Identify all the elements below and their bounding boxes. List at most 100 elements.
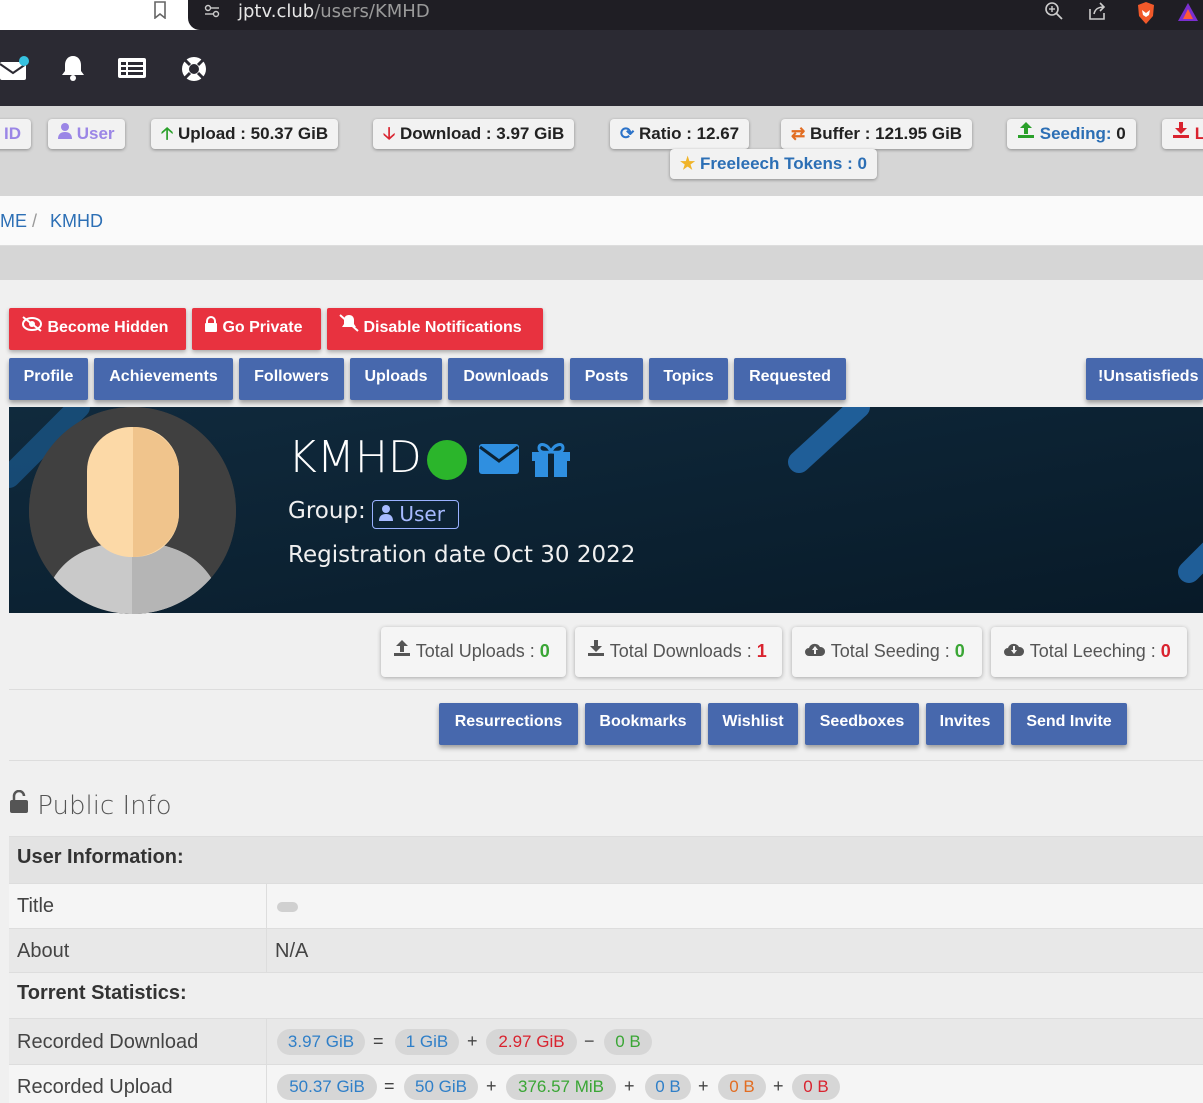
become-hidden-button[interactable]: Become Hidden (9, 308, 186, 350)
upload-bonus-chip: 376.57 MiB (506, 1074, 616, 1100)
go-private-label: Go Private (222, 319, 303, 336)
user-icon (58, 123, 72, 143)
about-row: About N/A (9, 928, 1203, 972)
user-information-header: User Information: (9, 836, 1203, 883)
share-icon[interactable] (1085, 1, 1109, 25)
bookmark-icon[interactable] (148, 1, 172, 25)
total-leeching-label: Total Leeching : (1029, 641, 1156, 661)
plus-op: + (624, 1076, 635, 1096)
unsatisfieds-label: Unsatisfieds (1103, 368, 1199, 385)
invites-button[interactable]: Invites (926, 703, 1004, 745)
star-icon: ★ (680, 154, 696, 173)
tab-followers[interactable]: Followers (239, 358, 344, 400)
total-uploads[interactable]: Total Uploads : 0 (381, 627, 566, 677)
buffer-label: Buffer : 121.95 GiB (809, 124, 963, 143)
disable-notifications-label: Disable Notifications (363, 319, 522, 336)
tab-topics[interactable]: Topics (649, 358, 728, 400)
seeding-pill[interactable]: Seeding: 0 (1007, 119, 1136, 149)
site-settings-icon[interactable] (200, 1, 224, 25)
tab-posts[interactable]: Posts (570, 358, 643, 400)
brave-shield-icon[interactable] (1134, 1, 1158, 25)
group-name: User (399, 502, 445, 526)
download-freeleech-chip: 2.97 GiB (486, 1029, 577, 1055)
eye-slash-icon (21, 316, 43, 336)
seeding-value: 0 (1116, 124, 1126, 143)
exchange-icon: ⇄ (791, 124, 806, 143)
gift-icon[interactable] (530, 440, 572, 483)
breadcrumb-home[interactable]: ME (0, 196, 27, 246)
mail-icon[interactable] (0, 56, 30, 84)
title-label: Title (9, 884, 267, 928)
freeleech-pill[interactable]: ★ Freeleech Tokens : 0 (670, 149, 877, 179)
download-real-chip: 1 GiB (395, 1029, 459, 1055)
tab-requested[interactable]: Requested (734, 358, 846, 400)
ratio-pill[interactable]: ⟳ Ratio : 12.67 (610, 119, 750, 149)
public-info-title: Public Info (37, 791, 172, 821)
breadcrumb: ME / KMHD (0, 196, 1203, 246)
unsatisfieds-button[interactable]: !Unsatisfieds (1086, 358, 1203, 400)
download-pill[interactable]: 🡣 Download : 3.97 GiB (373, 119, 575, 149)
cloud-upload-icon (804, 641, 826, 661)
user-id-pill[interactable]: ID (0, 119, 31, 149)
upload-icon (1017, 122, 1035, 143)
upload-pill[interactable]: 🡡 Upload : 50.37 GiB (151, 119, 339, 149)
bookmarks-button[interactable]: Bookmarks (585, 703, 701, 745)
upload-icon (393, 640, 411, 661)
leeching-pill[interactable]: L (1162, 119, 1203, 149)
recorded-upload-label: Recorded Upload (9, 1065, 267, 1103)
brave-rewards-icon[interactable] (1176, 1, 1200, 25)
profile-username: KMHD (288, 432, 422, 483)
tab-profile[interactable]: Profile (9, 358, 88, 400)
total-seeding[interactable]: Total Seeding : 0 (792, 627, 982, 677)
send-invite-button[interactable]: Send Invite (1011, 703, 1127, 745)
group-label: User (76, 124, 115, 143)
support-icon[interactable] (180, 55, 210, 83)
breadcrumb-separator: / (32, 211, 38, 231)
resurrections-button[interactable]: Resurrections (439, 703, 578, 745)
group-pill[interactable]: User (48, 119, 125, 149)
registration-date: Registration date Oct 30 2022 (288, 542, 636, 568)
total-downloads-value: 1 (756, 641, 767, 661)
url-host: jptv.club (238, 1, 315, 22)
total-downloads[interactable]: Total Downloads : 1 (575, 627, 782, 677)
torrent-statistics-header: Torrent Statistics: (9, 972, 1203, 1018)
total-leeching[interactable]: Total Leeching : 0 (991, 627, 1187, 677)
group-badge[interactable]: User (372, 500, 459, 529)
bell-icon[interactable] (60, 54, 90, 82)
recorded-download-label: Recorded Download (9, 1019, 267, 1064)
url-text[interactable]: jptv.club/users/KMHD (238, 1, 430, 22)
lock-icon (204, 316, 218, 336)
upload-tips-chip: 0 B (645, 1074, 691, 1100)
upload-real-chip: 50 GiB (404, 1074, 478, 1100)
wishlist-button[interactable]: Wishlist (708, 703, 798, 745)
disable-notifications-button[interactable]: Disable Notifications (327, 308, 543, 350)
total-seeding-label: Total Seeding : (830, 641, 950, 661)
about-value: N/A (275, 940, 309, 962)
become-hidden-label: Become Hidden (47, 319, 169, 336)
envelope-icon[interactable] (478, 443, 520, 480)
go-private-button[interactable]: Go Private (192, 308, 321, 350)
download-refunded-chip: 0 B (604, 1029, 652, 1055)
public-info-heading: Public Info (9, 789, 172, 821)
breadcrumb-current[interactable]: KMHD (50, 196, 103, 246)
avatar[interactable] (29, 407, 236, 614)
tab-achievements[interactable]: Achievements (94, 358, 233, 400)
title-row: Title (9, 883, 1203, 928)
unlock-icon (9, 789, 29, 821)
bell-slash-icon (339, 314, 359, 336)
refresh-icon: ⟳ (620, 124, 635, 143)
minus-op: − (584, 1031, 595, 1051)
user-icon (379, 502, 393, 526)
buffer-pill[interactable]: ⇄ Buffer : 121.95 GiB (781, 119, 973, 149)
tab-downloads[interactable]: Downloads (448, 358, 564, 400)
browser-toolbar: jptv.club/users/KMHD (0, 0, 1203, 30)
news-icon[interactable] (117, 56, 147, 84)
tab-uploads[interactable]: Uploads (350, 358, 442, 400)
seedboxes-button[interactable]: Seedboxes (805, 703, 919, 745)
upload-bounties-chip: 0 B (792, 1074, 840, 1100)
download-icon (1172, 122, 1190, 143)
plus-op: + (773, 1076, 784, 1096)
recorded-upload-values: 50.37 GiB = 50 GiB + 376.57 MiB + 0 B + … (267, 1065, 1203, 1103)
total-uploads-label: Total Uploads : (415, 641, 535, 661)
zoom-icon[interactable] (1042, 1, 1066, 25)
